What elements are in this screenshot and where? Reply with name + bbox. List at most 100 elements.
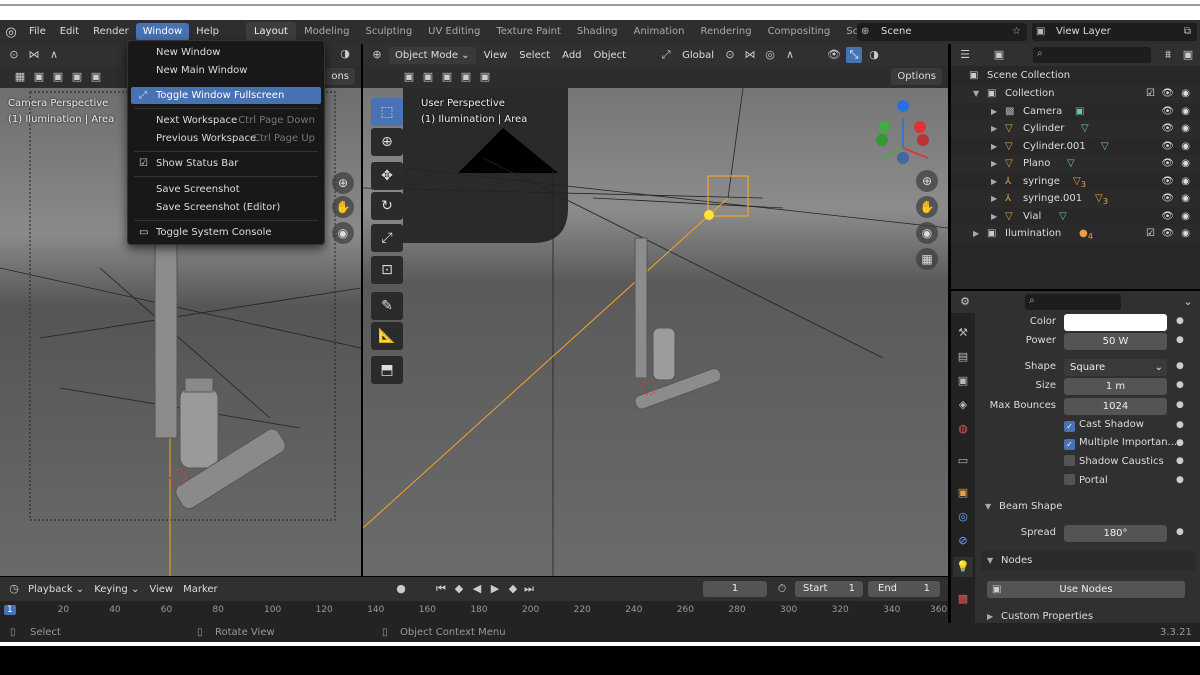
outliner-item-syringe[interactable]: ▶ ⅄ syringe ▽3 👁 ◉ <box>951 173 1200 191</box>
editor-type-icon[interactable]: ⊕ <box>369 47 385 63</box>
render-camera-icon[interactable]: ◉ <box>1181 120 1190 138</box>
menu-new-main-window[interactable]: New Main Window <box>131 62 321 79</box>
pin-icon[interactable]: ☆ <box>1012 23 1021 41</box>
checkbox-icon[interactable]: ☑ <box>1146 225 1155 243</box>
main-viewport-canvas[interactable] <box>363 88 948 576</box>
camera-options-button[interactable]: ons <box>325 68 355 85</box>
main-viewport[interactable]: ⊕ Object Mode ⌄ View Select Add Object ⤢… <box>363 44 948 576</box>
menu-toggle-system-console[interactable]: ▭ Toggle System Console <box>131 224 321 241</box>
expand-icon[interactable]: ▶ <box>991 103 997 121</box>
render-camera-icon[interactable]: ◉ <box>1181 225 1190 243</box>
outliner-item-syringe-001[interactable]: ▶ ⅄ syringe.001 ▽3 👁 ◉ <box>951 190 1200 208</box>
tool-select-box[interactable]: ⬚ <box>371 98 403 126</box>
render-camera-icon[interactable]: ◉ <box>1181 155 1190 173</box>
keyframe-dot-icon[interactable]: ● <box>1176 420 1184 430</box>
keyframe-dot-icon[interactable]: ● <box>1176 380 1184 390</box>
menu-previous-workspace[interactable]: Previous Workspace Ctrl Page Up <box>131 130 321 147</box>
menu-playback[interactable]: Playback ⌄ <box>24 584 88 595</box>
falloff-icon[interactable]: ∧ <box>782 47 798 63</box>
render-camera-icon[interactable]: ◉ <box>1181 103 1190 121</box>
checkbox-icon[interactable]: ☑ <box>1146 85 1155 103</box>
view-layer-selector[interactable]: View Layer ▣ ⧉ <box>1032 23 1197 41</box>
power-field[interactable]: 50 W <box>1064 333 1167 350</box>
select-box-icon[interactable]: ▣ <box>401 69 417 85</box>
play-icon[interactable]: ▶ <box>487 581 503 597</box>
select-mode-icon[interactable]: ▣ <box>31 69 47 85</box>
menu-next-workspace[interactable]: Next Workspace Ctrl Page Down <box>131 112 321 129</box>
outliner-item-cylinder[interactable]: ▶ ▽ Cylinder ▽ 👁 ◉ <box>951 120 1200 138</box>
eye-icon[interactable]: 👁 <box>1161 85 1174 103</box>
expand-icon[interactable]: ▶ <box>991 173 997 191</box>
menu-help[interactable]: Help <box>189 23 226 41</box>
render-camera-icon[interactable]: ◉ <box>1181 138 1190 156</box>
menu-view[interactable]: View <box>145 584 177 595</box>
next-keyframe-icon[interactable]: ◆ <box>505 581 521 597</box>
eye-icon[interactable]: 👁 <box>1161 173 1174 191</box>
menu-new-window[interactable]: New Window <box>131 44 321 61</box>
cast-shadow-checkbox[interactable]: ✓ Cast Shadow <box>1064 419 1144 432</box>
select-intersect-icon[interactable]: ▣ <box>477 69 493 85</box>
tool-scale[interactable]: ⤢ <box>371 224 403 252</box>
physics-tab-icon[interactable]: ◎ <box>953 507 973 527</box>
menu-marker[interactable]: Marker <box>179 584 222 595</box>
tool-cursor[interactable]: ⊕ <box>371 128 403 156</box>
tab-modeling[interactable]: Modeling <box>296 22 358 42</box>
tab-uv-editing[interactable]: UV Editing <box>420 22 488 42</box>
eye-icon[interactable]: 👁 <box>1161 225 1174 243</box>
snap-icon[interactable]: ⋈ <box>742 47 758 63</box>
tab-layout[interactable]: Layout <box>245 22 296 42</box>
texture-tab-icon[interactable]: ▩ <box>953 589 973 609</box>
render-camera-icon[interactable]: ◉ <box>1181 85 1190 103</box>
tab-animation[interactable]: Animation <box>626 22 693 42</box>
size-field[interactable]: 1 m <box>1064 378 1167 395</box>
eye-icon[interactable]: 👁 <box>1161 103 1174 121</box>
overlay-icon[interactable]: ◑ <box>866 47 882 63</box>
outliner-item-cylinder-001[interactable]: ▶ ▽ Cylinder.001 ▽ 👁 ◉ <box>951 138 1200 156</box>
eye-icon[interactable]: 👁 <box>1161 208 1174 226</box>
menu-add[interactable]: Add <box>558 50 585 61</box>
camera-view-icon[interactable]: ◉ <box>916 222 938 244</box>
tool-add-cube[interactable]: ⬒ <box>371 356 403 384</box>
menu-save-screenshot-editor[interactable]: Save Screenshot (Editor) <box>131 199 321 216</box>
snap-icon[interactable]: ⋈ <box>26 47 42 63</box>
keyframe-dot-icon[interactable]: ● <box>1176 400 1184 410</box>
output-tab-icon[interactable]: ▣ <box>953 371 973 391</box>
editor-type-icon[interactable]: ☰ <box>957 47 973 63</box>
expand-icon[interactable]: ▶ <box>973 225 979 243</box>
select-extend-icon[interactable]: ▣ <box>50 69 66 85</box>
outliner-item-vial[interactable]: ▶ ▽ Vial ▽ 👁 ◉ <box>951 208 1200 226</box>
expand-icon[interactable]: ▶ <box>991 138 997 156</box>
beam-shape-panel-header[interactable]: ▼ Beam Shape <box>981 497 1196 517</box>
editor-type-icon[interactable]: ◷ <box>6 581 22 597</box>
expand-icon[interactable]: ▶ <box>991 208 997 226</box>
current-frame-field[interactable]: 1 <box>703 581 767 597</box>
shadow-caustics-checkbox[interactable]: Shadow Caustics <box>1064 455 1164 467</box>
object-tab-icon[interactable]: ▣ <box>953 483 973 503</box>
pan-hand-icon[interactable]: ✋ <box>332 196 354 218</box>
menu-file[interactable]: File <box>22 23 53 41</box>
object-mode-dropdown[interactable]: Object Mode ⌄ <box>389 46 476 64</box>
display-mode-icon[interactable]: ▣ <box>991 47 1007 63</box>
shape-dropdown[interactable]: Square ⌄ <box>1064 359 1167 376</box>
keyframe-dot-icon[interactable]: ● <box>1176 527 1184 537</box>
menu-keying[interactable]: Keying ⌄ <box>90 584 143 595</box>
outliner-search-input[interactable]: ⌕ <box>1033 47 1151 63</box>
options-button[interactable]: Options <box>891 68 942 85</box>
pivot-icon[interactable]: ⊙ <box>722 47 738 63</box>
collection-tab-icon[interactable]: ▭ <box>953 451 973 471</box>
world-tab-icon[interactable]: ◍ <box>953 419 973 439</box>
expand-icon[interactable]: ▶ <box>991 155 997 173</box>
spread-field[interactable]: 180° <box>1064 525 1167 542</box>
select-subtract-icon[interactable]: ▣ <box>69 69 85 85</box>
jump-start-icon[interactable]: ⏮ <box>433 581 449 597</box>
render-camera-icon[interactable]: ◉ <box>1181 173 1190 191</box>
tool-rotate[interactable]: ↻ <box>371 192 403 220</box>
view-layer-tab-icon[interactable]: ◈ <box>953 395 973 415</box>
blender-logo-icon[interactable]: ◎ <box>0 25 22 40</box>
end-frame-field[interactable]: End 1 <box>868 581 940 597</box>
portal-checkbox[interactable]: Portal <box>1064 474 1108 486</box>
multiple-importance-checkbox[interactable]: ✓ Multiple Importan... <box>1064 437 1177 450</box>
grid-view-icon[interactable]: ▦ <box>916 248 938 270</box>
tab-shading[interactable]: Shading <box>569 22 626 42</box>
start-frame-field[interactable]: Start 1 <box>795 581 863 597</box>
